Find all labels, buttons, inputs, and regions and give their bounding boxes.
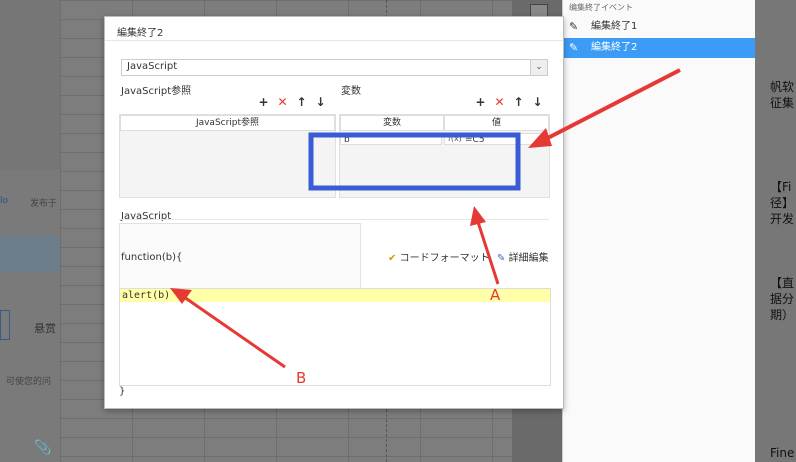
annotation-label-b: B (296, 369, 307, 387)
highlight-box (308, 132, 521, 191)
annotation-overlay (170, 68, 681, 369)
arrow-line-b (183, 295, 286, 369)
arrow-head-a2 (470, 206, 486, 226)
annotation-label-a: A (490, 286, 501, 304)
arrow-head-a (528, 128, 552, 148)
arrow-line-a2 (476, 221, 500, 285)
arrow-line-a (539, 68, 681, 144)
